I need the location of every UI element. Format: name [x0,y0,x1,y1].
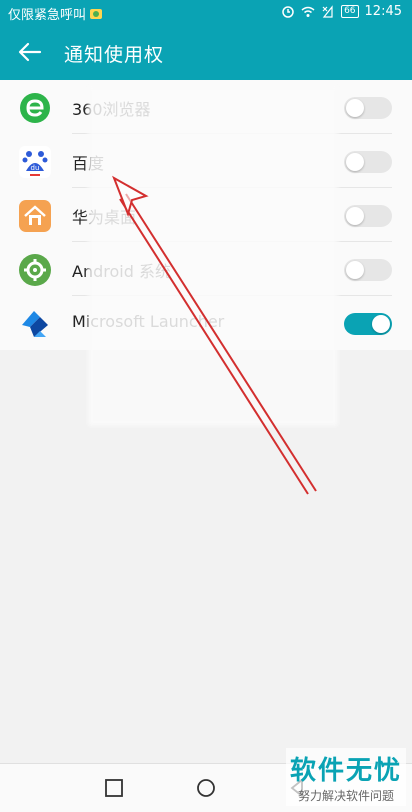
android-settings-icon [19,254,51,286]
status-left: 仅限紧急呼叫 [8,4,103,23]
page-title: 通知使用权 [64,44,165,66]
notification-access-toggle[interactable] [344,97,392,119]
toggle-knob [346,207,364,225]
microsoft-launcher-icon [22,311,48,337]
app-row-android-system[interactable]: Android 系统 [0,242,412,296]
watermark-main: 软件无忧 [289,756,402,786]
svg-text:du: du [31,164,40,172]
wifi-icon [301,6,315,17]
app-row-microsoft-launcher[interactable]: Microsoft Launcher [0,296,412,350]
app-label: 百度 [72,154,105,173]
notification-access-toggle[interactable] [344,205,392,227]
notification-app-icon [90,8,103,19]
status-bar: 仅限紧急呼叫 66 12:45 [0,0,412,24]
notification-access-toggle[interactable] [344,313,392,335]
app-list: 360浏览器 du 百度 华为桌面 Android 系统 Microsoft L… [0,80,412,426]
recents-button-icon[interactable] [102,776,126,800]
notification-access-toggle[interactable] [344,151,392,173]
no-sim-icon [322,4,333,18]
huawei-home-icon [19,200,51,232]
app-row-baidu[interactable]: du 百度 [0,134,412,188]
app-label: Microsoft Launcher [72,312,225,331]
home-button-icon[interactable] [194,776,218,800]
toggle-knob [372,315,390,333]
watermark-sub: 努力解决软件问题 [297,789,394,803]
toggle-knob [346,99,364,117]
clock: 12:45 [364,4,402,19]
app-label: 华为桌面 [72,208,137,227]
toggle-knob [346,261,364,279]
app-row-360-browser[interactable]: 360浏览器 [0,80,412,134]
notification-access-toggle[interactable] [344,259,392,281]
emergency-calls-text: 仅限紧急呼叫 [8,8,87,23]
status-right: 66 12:45 [281,4,402,19]
watermark: 软件无忧 努力解决软件问题 [285,748,406,806]
back-arrow-icon[interactable] [16,38,44,66]
360-browser-icon [20,93,50,123]
app-bar: 通知使用权 [0,24,412,80]
battery-level: 66 [341,5,359,18]
app-row-huawei-home[interactable]: 华为桌面 [0,188,412,242]
baidu-icon: du [19,146,51,178]
toggle-knob [346,153,364,171]
app-label: Android 系统 [72,262,171,281]
alarm-icon [282,5,294,18]
app-label: 360浏览器 [72,100,151,119]
